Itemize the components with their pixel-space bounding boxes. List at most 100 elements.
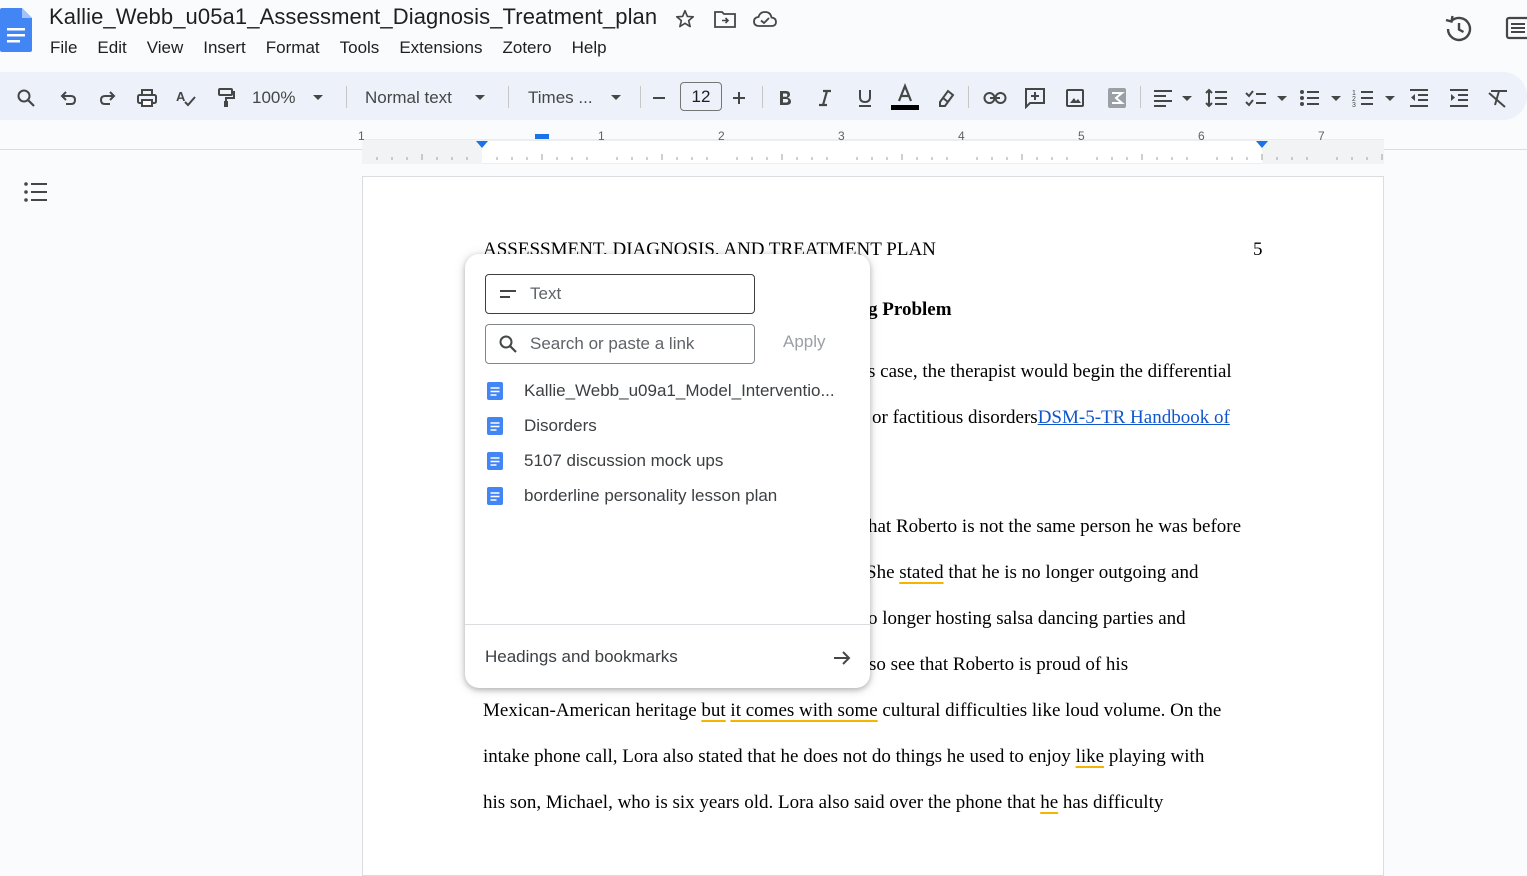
grammar-suggestion[interactable]: he	[1040, 792, 1058, 813]
spellcheck-icon[interactable]: A	[174, 84, 198, 112]
ruler-label: 3	[838, 129, 845, 143]
link-text-placeholder: Text	[530, 284, 562, 303]
text-color-icon[interactable]	[890, 82, 920, 114]
cloud-saved-icon[interactable]	[752, 6, 778, 32]
body-text: or factitious disorders	[872, 407, 1038, 428]
link-suggestion-item[interactable]: borderline personality lesson plan	[485, 486, 845, 506]
link-suggestion-item[interactable]: Disorders	[485, 416, 845, 436]
line-spacing-icon[interactable]	[1204, 84, 1230, 112]
decrease-font-size-icon[interactable]	[648, 84, 670, 112]
menu-extensions[interactable]: Extensions	[389, 36, 492, 60]
body-text: She	[866, 562, 900, 583]
undo-icon[interactable]	[56, 84, 80, 112]
arrow-right-icon[interactable]	[831, 647, 853, 669]
menu-tools[interactable]: Tools	[330, 36, 390, 60]
ruler-label: 7	[1318, 129, 1325, 143]
menu-insert[interactable]: Insert	[193, 36, 256, 60]
google-doc-icon	[487, 452, 503, 470]
body-line: s case, the therapist would begin the di…	[868, 361, 1232, 382]
link-search-placeholder: Search or paste a link	[530, 334, 695, 353]
zoom-select[interactable]: 100%	[252, 84, 336, 112]
redo-icon[interactable]	[96, 84, 120, 112]
decrease-indent-icon[interactable]	[1406, 84, 1432, 112]
chevron-down-icon	[611, 95, 621, 100]
google-doc-icon	[487, 382, 503, 400]
align-left-icon[interactable]	[1150, 84, 1194, 112]
body-line: intake phone call, Lora also stated that…	[483, 746, 1204, 768]
add-comment-icon[interactable]	[1022, 84, 1048, 112]
equation-icon[interactable]	[1104, 84, 1130, 112]
suggestion-label: Disorders	[524, 416, 597, 435]
suggestion-label: 5107 discussion mock ups	[524, 451, 724, 470]
title-bar: Kallie_Webb_u05a1_Assessment_Diagnosis_T…	[0, 0, 1527, 70]
body-text: playing with	[1104, 746, 1205, 767]
bulleted-list-icon[interactable]	[1298, 84, 1342, 112]
paint-format-icon[interactable]	[214, 84, 238, 112]
checklist-icon[interactable]	[1244, 84, 1288, 112]
menu-help[interactable]: Help	[562, 36, 617, 60]
underline-icon[interactable]	[854, 84, 876, 112]
increase-font-size-icon[interactable]	[728, 84, 750, 112]
ruler-label: 4	[958, 129, 965, 143]
body-line: Mexican-American heritage but it comes w…	[483, 700, 1221, 722]
paragraph-style-select[interactable]: Normal text	[362, 84, 496, 112]
font-size-input[interactable]: 12	[680, 82, 722, 111]
body-text: his son, Michael, who is six years old. …	[483, 792, 1041, 813]
increase-indent-icon[interactable]	[1446, 84, 1472, 112]
link-search-input[interactable]: Search or paste a link	[485, 324, 755, 364]
menu-view[interactable]: View	[137, 36, 194, 60]
suggestion-label: borderline personality lesson plan	[524, 486, 778, 505]
ruler-label: 2	[718, 129, 725, 143]
italic-icon[interactable]	[814, 84, 836, 112]
chevron-down-icon	[475, 95, 485, 100]
search-icon	[486, 334, 530, 354]
numbered-list-icon[interactable]: 123	[1352, 84, 1396, 112]
insert-image-icon[interactable]	[1062, 84, 1088, 112]
menu-file[interactable]: File	[40, 36, 87, 60]
grammar-suggestion[interactable]: stated	[899, 562, 943, 583]
chevron-down-icon	[313, 95, 323, 100]
link-suggestion-item[interactable]: Kallie_Webb_u09a1_Model_Interventio...	[485, 381, 845, 401]
docs-logo-icon[interactable]	[0, 8, 32, 52]
horizontal-ruler[interactable]	[362, 130, 1384, 164]
menu-edit[interactable]: Edit	[87, 36, 136, 60]
print-icon[interactable]	[134, 84, 160, 112]
headings-and-bookmarks-button[interactable]: Headings and bookmarks	[485, 647, 678, 667]
ruler-label: 5	[1078, 129, 1085, 143]
body-line: so see that Roberto is proud of his	[869, 654, 1129, 675]
menu-bar: File Edit View Insert Format Tools Exten…	[40, 36, 617, 60]
insert-link-icon[interactable]	[982, 84, 1008, 112]
link-text-field[interactable]: Text	[485, 274, 755, 314]
body-line: o longer hosting salsa dancing parties a…	[868, 608, 1186, 629]
body-text: intake phone call, Lora also stated that…	[483, 746, 1076, 767]
comments-panel-icon[interactable]	[1502, 14, 1527, 42]
search-icon[interactable]	[14, 84, 38, 112]
citation-link[interactable]: DSM-5-TR Handbook of	[1038, 407, 1230, 428]
document-outline-icon[interactable]	[22, 180, 50, 204]
google-doc-icon	[487, 417, 503, 435]
document-title[interactable]: Kallie_Webb_u05a1_Assessment_Diagnosis_T…	[49, 4, 657, 30]
grammar-suggestion[interactable]: it comes with some	[730, 700, 877, 721]
body-line: She stated that he is no longer outgoing…	[866, 562, 1198, 584]
grammar-suggestion[interactable]: but	[701, 700, 725, 721]
suggestion-label: Kallie_Webb_u09a1_Model_Interventio...	[524, 381, 835, 400]
menu-zotero[interactable]: Zotero	[492, 36, 561, 60]
highlight-color-icon[interactable]	[934, 84, 958, 112]
menu-format[interactable]: Format	[256, 36, 330, 60]
svg-text:A: A	[176, 89, 186, 104]
star-icon[interactable]	[672, 6, 698, 32]
grammar-suggestion[interactable]: like	[1076, 746, 1105, 767]
clear-formatting-icon[interactable]	[1486, 84, 1510, 112]
body-text: cultural difficulties like loud volume. …	[877, 700, 1222, 721]
google-doc-icon	[487, 487, 503, 505]
body-line: his son, Michael, who is six years old. …	[483, 792, 1163, 814]
move-folder-icon[interactable]	[712, 6, 738, 32]
bold-icon[interactable]	[774, 84, 796, 112]
version-history-icon[interactable]	[1442, 12, 1476, 46]
link-suggestion-item[interactable]: 5107 discussion mock ups	[485, 451, 845, 471]
apply-button[interactable]: Apply	[783, 332, 826, 352]
body-text: Mexican-American heritage	[483, 700, 702, 721]
svg-text:3: 3	[1352, 102, 1356, 108]
body-line: or factitious disordersDSM-5-TR Handbook…	[872, 407, 1230, 429]
font-family-select[interactable]: Times ...	[524, 84, 628, 112]
